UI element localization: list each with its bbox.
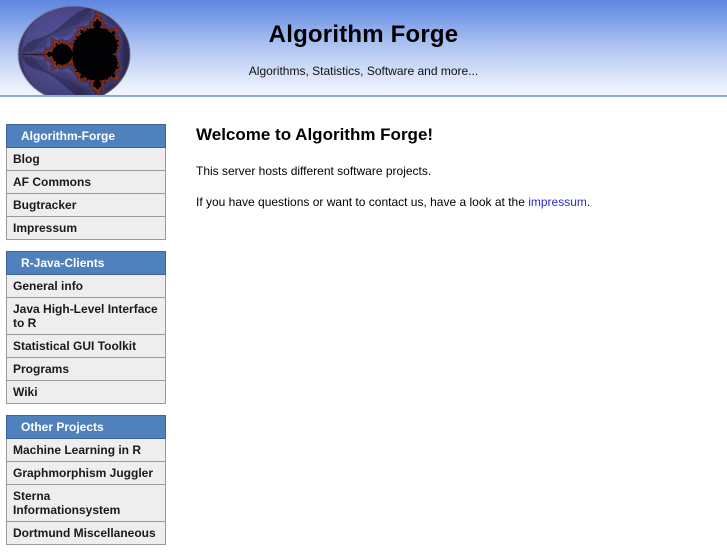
- page-title: Welcome to Algorithm Forge!: [196, 125, 434, 144]
- menu-block-title-algorithm-forge: Algorithm-Forge: [6, 124, 166, 148]
- sidebar-item-statistical-gui-toolkit[interactable]: Statistical GUI Toolkit: [7, 335, 165, 358]
- banner-text-group: Algorithm Forge Algorithms, Statistics, …: [0, 0, 727, 78]
- sidebar-item-dortmund-miscellaneous[interactable]: Dortmund Miscellaneous: [7, 522, 165, 544]
- sidebar-item-graphmorphism-juggler[interactable]: Graphmorphism Juggler: [7, 462, 165, 485]
- sidebar-item-programs[interactable]: Programs: [7, 358, 165, 381]
- sidebar-item-general-info[interactable]: General info: [7, 275, 165, 298]
- contact-paragraph-text-before: If you have questions or want to contact…: [196, 194, 529, 209]
- sidebar-item-bugtracker[interactable]: Bugtracker: [7, 194, 165, 217]
- main-content: Welcome to Algorithm Forge! This server …: [196, 125, 711, 224]
- sidebar-item-sterna-informationsystem[interactable]: Sterna Informationsystem: [7, 485, 165, 522]
- intro-paragraph: This server hosts different software pro…: [196, 164, 432, 179]
- menu-block-r-java-clients: R-Java-Clients General info Java High-Le…: [6, 251, 166, 404]
- site-subtitle: Algorithms, Statistics, Software and mor…: [248, 64, 479, 79]
- sidebar-item-blog[interactable]: Blog: [7, 148, 165, 171]
- sidebar-item-java-high-level-interface-to-r[interactable]: Java High-Level Interface to R: [7, 298, 165, 335]
- contact-paragraph: If you have questions or want to contact…: [196, 194, 711, 210]
- page-body: Algorithm-Forge Blog AF Commons Bugtrack…: [0, 97, 727, 545]
- sidebar-item-impressum[interactable]: Impressum: [7, 217, 165, 239]
- sidebar-item-wiki[interactable]: Wiki: [7, 381, 165, 403]
- menu-block-other-projects: Other Projects Machine Learning in R Gra…: [6, 415, 166, 545]
- site-title: Algorithm Forge: [268, 21, 459, 48]
- sidebar-item-af-commons[interactable]: AF Commons: [7, 171, 165, 194]
- menu-block-title-r-java-clients: R-Java-Clients: [6, 251, 166, 275]
- menu-block-algorithm-forge: Algorithm-Forge Blog AF Commons Bugtrack…: [6, 124, 166, 240]
- impressum-link[interactable]: impressum: [528, 195, 587, 209]
- contact-paragraph-text-after: .: [586, 194, 591, 209]
- sidebar: Algorithm-Forge Blog AF Commons Bugtrack…: [6, 124, 166, 557]
- menu-block-title-other-projects: Other Projects: [6, 415, 166, 439]
- site-banner: Algorithm Forge Algorithms, Statistics, …: [0, 0, 727, 97]
- sidebar-item-machine-learning-in-r[interactable]: Machine Learning in R: [7, 439, 165, 462]
